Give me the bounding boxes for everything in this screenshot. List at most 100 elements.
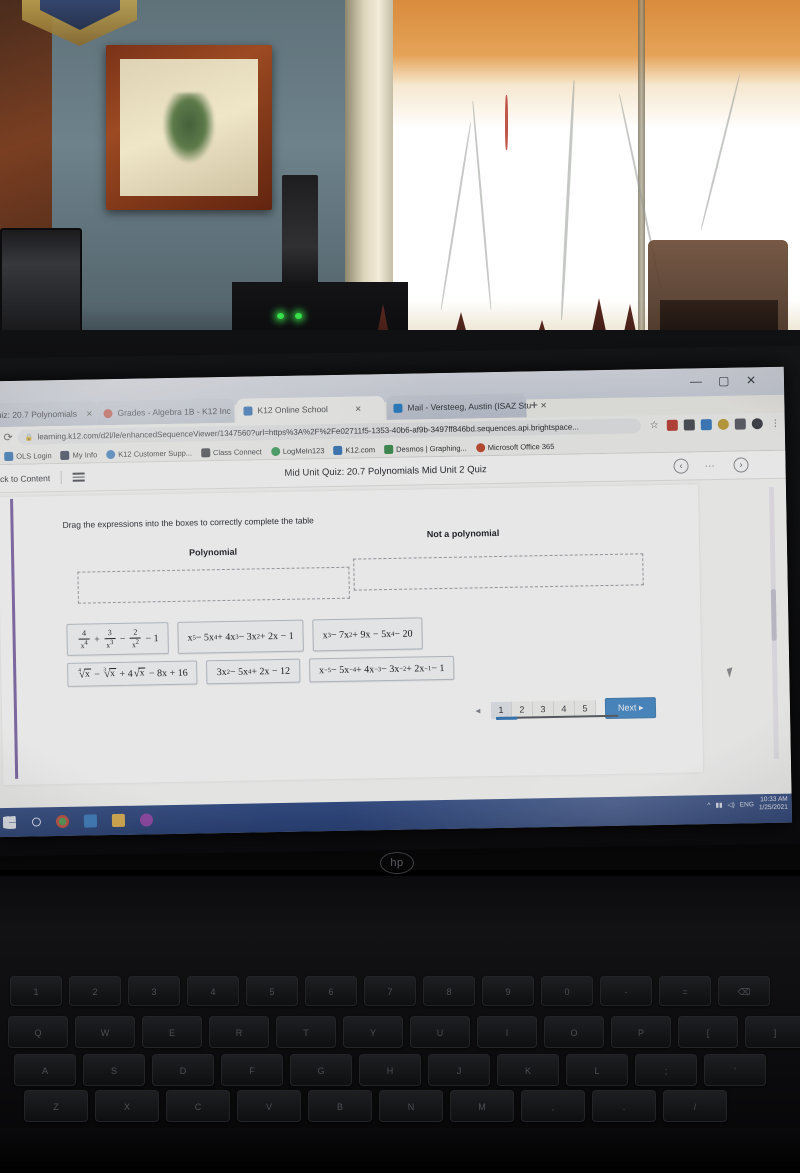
more-options-icon[interactable]: ⋮ [703, 460, 714, 470]
keyboard-key: H [359, 1054, 421, 1086]
keyboard-key: X [95, 1090, 159, 1122]
expression-tile[interactable]: x3 − 7x 2 + 9x − 5x 4 − 20 [312, 617, 423, 652]
search-icon[interactable] [31, 817, 42, 827]
scrollbar-thumb[interactable] [770, 588, 777, 641]
dropzone-not-a-polynomial[interactable] [353, 553, 644, 591]
keyboard-row-qwerty: Q W E R T Y U I O P[] [8, 1016, 800, 1048]
keyboard-row-numbers: 1 2 3 4 5 6 7 8 9 0- = ⌫ [10, 976, 770, 1006]
bookmark-item[interactable]: My Info [60, 450, 97, 460]
keyboard-key: 3 [128, 976, 180, 1006]
keyboard-key: P [611, 1016, 671, 1048]
tab-close-icon[interactable]: ✕ [86, 409, 93, 418]
minimize-button[interactable]: — [690, 374, 702, 388]
link-extension-icon[interactable] [717, 418, 729, 430]
expression-tile[interactable]: 4 x4 + 3 x3 − 2 x2 − 1 [66, 622, 169, 656]
drop-zone-group: Polynomial Not a polynomial [63, 528, 658, 612]
puzzle-extension-icon[interactable] [734, 418, 746, 430]
keyboard-key: K [497, 1054, 559, 1086]
lock-icon: 🔒 [24, 433, 34, 442]
framed-picture [106, 45, 272, 210]
expression-tile[interactable]: x5 − 5x 4 + 4x 3 − 3x 2 + 2x − 1 [177, 619, 305, 654]
app-icon[interactable] [139, 813, 154, 827]
browser-tab-4[interactable]: Mail - Versteeg, Austin (ISAZ Stu ✕ [386, 393, 547, 420]
pagination-prev-icon[interactable]: ◄ [474, 706, 482, 715]
keyboard-key: ; [635, 1054, 697, 1086]
reload-icon[interactable]: ⟳ [3, 431, 12, 444]
keyboard-key: B [308, 1090, 372, 1122]
browser-tab-1[interactable]: d Unit Quiz: 20.7 Polynomials ✕ [0, 401, 97, 429]
bookmark-item[interactable]: LogMeIn123 [270, 446, 325, 456]
bookmark-favicon [4, 451, 14, 461]
expression-tile[interactable]: 3x 2 − 5x 4 + 2x − 12 [206, 658, 301, 685]
keyboard-key: / [663, 1090, 727, 1122]
device-led [277, 313, 284, 319]
bookmark-favicon [333, 445, 343, 455]
keyboard-key: J [428, 1054, 490, 1086]
tray-network-icon[interactable]: ▮▮ [715, 801, 722, 809]
laptop-screen: — ▢ ✕ d Unit Quiz: 20.7 Polynomials ✕ Gr… [0, 366, 793, 838]
bookmark-item[interactable]: Microsoft Office 365 [475, 441, 555, 452]
keyboard-key: O [544, 1016, 604, 1048]
bookmark-item[interactable]: Desmos | Graphing... [383, 443, 467, 454]
browser-tab-2[interactable]: Grades - Algebra 1B - K12 Inc ✕ [96, 398, 247, 426]
bookmark-star-icon[interactable]: ☆ [650, 420, 659, 431]
keyboard-key: F [221, 1054, 283, 1086]
maximize-button[interactable]: ▢ [718, 374, 730, 388]
bookmark-favicon [270, 446, 280, 456]
keyboard-key: 7 [364, 976, 416, 1006]
tray-chevron-icon[interactable]: ^ [707, 802, 710, 809]
keyboard-key: 1 [10, 976, 62, 1006]
tab-title: Mail - Versteeg, Austin (ISAZ Stu [407, 400, 532, 413]
red-marker [505, 95, 508, 150]
tab-title: Grades - Algebra 1B - K12 Inc [117, 405, 231, 418]
tab-favicon [243, 405, 253, 416]
bookmark-label: OLS Login [16, 450, 52, 461]
keyboard-key: M [450, 1090, 514, 1122]
browser-tab-3[interactable]: K12 Online School ✕ [236, 396, 385, 423]
bookmark-item[interactable]: OLS Login [4, 451, 52, 461]
start-icon[interactable] [3, 816, 16, 829]
bookmark-favicon [475, 442, 485, 452]
keyboard-key: G [290, 1054, 352, 1086]
keyboard-key: T [276, 1016, 336, 1048]
expression-tile[interactable]: x −5 − 5x −4 + 4x −3 − 3x −2 + 2x −1 − 1 [308, 655, 455, 683]
tray-volume-icon[interactable]: ◁) [728, 801, 735, 809]
tile-row-2: 4x − 3x + 4x − 8x + 16 3x2 − 5x4 + 2x − … [67, 652, 667, 687]
profile-icon[interactable] [751, 418, 763, 430]
video-extension-icon[interactable] [683, 419, 695, 431]
dropzone-polynomial[interactable] [77, 566, 350, 604]
clock-date: 1/25/2021 [758, 803, 788, 812]
mail-icon[interactable] [83, 814, 98, 828]
keyboard-key: ⌫ [718, 976, 770, 1006]
keyboard-key: S [83, 1054, 145, 1086]
keyboard-key: . [592, 1090, 656, 1122]
new-tab-button[interactable]: + [530, 397, 538, 412]
bookmark-label: K12 Customer Supp... [118, 448, 193, 459]
explorer-icon[interactable] [111, 813, 126, 828]
grammar-extension-icon[interactable] [700, 419, 712, 431]
taskbar-clock[interactable]: 10:33 AM 1/25/2021 [759, 796, 788, 813]
close-button[interactable]: ✕ [746, 373, 756, 387]
browser-menu-icon[interactable]: ⋮ [771, 418, 780, 429]
photograph-of-laptop: — ▢ ✕ d Unit Quiz: 20.7 Polynomials ✕ Gr… [0, 0, 800, 1173]
pagination-active-underline [496, 716, 518, 720]
tab-close-icon[interactable]: ✕ [355, 404, 362, 413]
brand-logo: hp [380, 852, 414, 874]
bookmark-label: Microsoft Office 365 [487, 441, 555, 452]
keyboard-key: A [14, 1054, 76, 1086]
keyboard-key: 6 [305, 976, 357, 1006]
expression-tile[interactable]: 4x − 3x + 4x − 8x + 16 [67, 660, 198, 687]
bookmark-item[interactable]: K12 Customer Supp... [106, 448, 192, 459]
keyboard-key: N [379, 1090, 443, 1122]
bookmark-favicon [200, 447, 211, 457]
keyboard-key: Y [343, 1016, 403, 1048]
quiz-page: Back to Content Mid Unit Quiz: 20.7 Poly… [0, 450, 793, 838]
tab-title: d Unit Quiz: 20.7 Polynomials [0, 408, 78, 421]
tray-language[interactable]: ENG [740, 801, 754, 808]
tab-close-icon[interactable]: ✕ [540, 401, 547, 410]
pdf-extension-icon[interactable] [666, 419, 678, 431]
bookmark-item[interactable]: Class Connect [200, 447, 262, 457]
chrome-icon[interactable] [55, 814, 70, 829]
bookmark-item[interactable]: K12.com [333, 445, 375, 455]
keyboard-key: 2 [69, 976, 121, 1006]
